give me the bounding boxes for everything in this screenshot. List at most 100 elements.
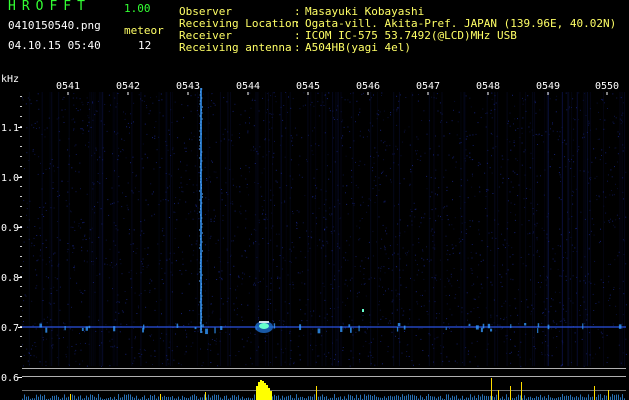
noise-dot [437, 336, 439, 338]
noise-dot [231, 240, 233, 242]
noise-dot [79, 98, 81, 100]
noise-dot [521, 224, 523, 226]
noise-dot [179, 187, 180, 189]
noise-dot [167, 149, 169, 151]
noise-dot [559, 135, 561, 137]
noise-column [336, 92, 338, 366]
frequency-minor-tick [20, 226, 22, 227]
noise-dot [329, 207, 331, 209]
noise-dot [185, 345, 187, 347]
noise-column [321, 92, 323, 366]
noise-dot [177, 137, 179, 139]
noise-dot [551, 355, 553, 357]
noise-dot [210, 362, 212, 363]
noise-dot [509, 328, 511, 330]
noise-dot [86, 97, 88, 99]
noise-dot [456, 134, 458, 136]
noise-dot [485, 208, 487, 209]
noise-dot [510, 202, 512, 204]
noise-dot [115, 228, 117, 230]
spectrum-bar [540, 394, 541, 400]
noise-dot [161, 268, 163, 270]
noise-dot [169, 133, 171, 135]
noise-dot [396, 108, 398, 110]
noise-dot [354, 266, 356, 267]
noise-dot [115, 106, 117, 108]
noise-dot [456, 362, 458, 364]
noise-dot [520, 300, 522, 302]
noise-dot [88, 141, 90, 143]
noise-dot [250, 107, 252, 109]
noise-dot [263, 120, 265, 122]
noise-dot [211, 100, 212, 102]
noise-dot [438, 313, 440, 314]
noise-dot [252, 98, 254, 100]
noise-dot [74, 145, 76, 147]
carrier-spot [537, 328, 539, 334]
noise-dot [111, 338, 113, 340]
noise-dot [379, 300, 380, 302]
noise-dot [258, 309, 260, 311]
spectrum-bar [518, 394, 519, 400]
spectrum-bar [440, 395, 441, 400]
noise-dot [607, 357, 609, 359]
noise-dot [258, 110, 260, 112]
noise-dot [595, 128, 597, 130]
noise-dot [418, 363, 420, 365]
noise-dot [296, 224, 298, 226]
frequency-minor-tick [20, 196, 22, 197]
noise-dot [514, 105, 516, 107]
time-tick-label: 0547 [416, 81, 440, 92]
noise-dot [231, 134, 233, 136]
interference-fragment [200, 133, 202, 135]
noise-dot [592, 357, 594, 359]
noise-dot [396, 309, 398, 311]
noise-dot [39, 227, 41, 229]
noise-dot [446, 190, 448, 191]
noise-dot [458, 111, 460, 113]
noise-dot [80, 291, 82, 293]
noise-dot [323, 105, 325, 106]
noise-dot [138, 191, 140, 193]
noise-dot [466, 292, 468, 294]
spectrum-bar [356, 394, 357, 400]
noise-dot [282, 352, 284, 354]
noise-dot [262, 354, 264, 356]
spectrum-bar [44, 394, 45, 400]
noise-dot [436, 313, 438, 315]
noise-dot [45, 276, 47, 278]
noise-dot [221, 199, 223, 201]
noise-dot [559, 228, 561, 230]
spectrum-bar [320, 396, 321, 400]
noise-dot [436, 337, 438, 339]
noise-dot [560, 234, 562, 236]
noise-dot [367, 328, 368, 330]
noise-dot [75, 154, 77, 155]
noise-dot [40, 162, 41, 164]
noise-dot [75, 343, 77, 345]
noise-dot [573, 176, 575, 177]
noise-dot [73, 221, 75, 223]
noise-dot [527, 233, 529, 235]
noise-dot [38, 156, 40, 158]
spectrum-bar [272, 396, 273, 400]
noise-dot [229, 333, 230, 335]
noise-dot [159, 112, 161, 114]
noise-dot [63, 329, 65, 331]
noise-dot [521, 142, 523, 144]
noise-dot [296, 228, 298, 229]
noise-dot [134, 292, 136, 294]
noise-dot [553, 322, 555, 324]
spectrum-bar [348, 394, 349, 400]
noise-dot [615, 219, 617, 221]
noise-dot [555, 111, 557, 113]
spectrum-bar [98, 394, 99, 400]
noise-dot [180, 176, 182, 178]
noise-dot [162, 115, 164, 117]
noise-dot [217, 353, 219, 355]
noise-dot [518, 289, 519, 291]
noise-dot [359, 353, 361, 355]
noise-dot [24, 168, 25, 170]
noise-dot [578, 92, 580, 94]
noise-dot [56, 334, 58, 336]
